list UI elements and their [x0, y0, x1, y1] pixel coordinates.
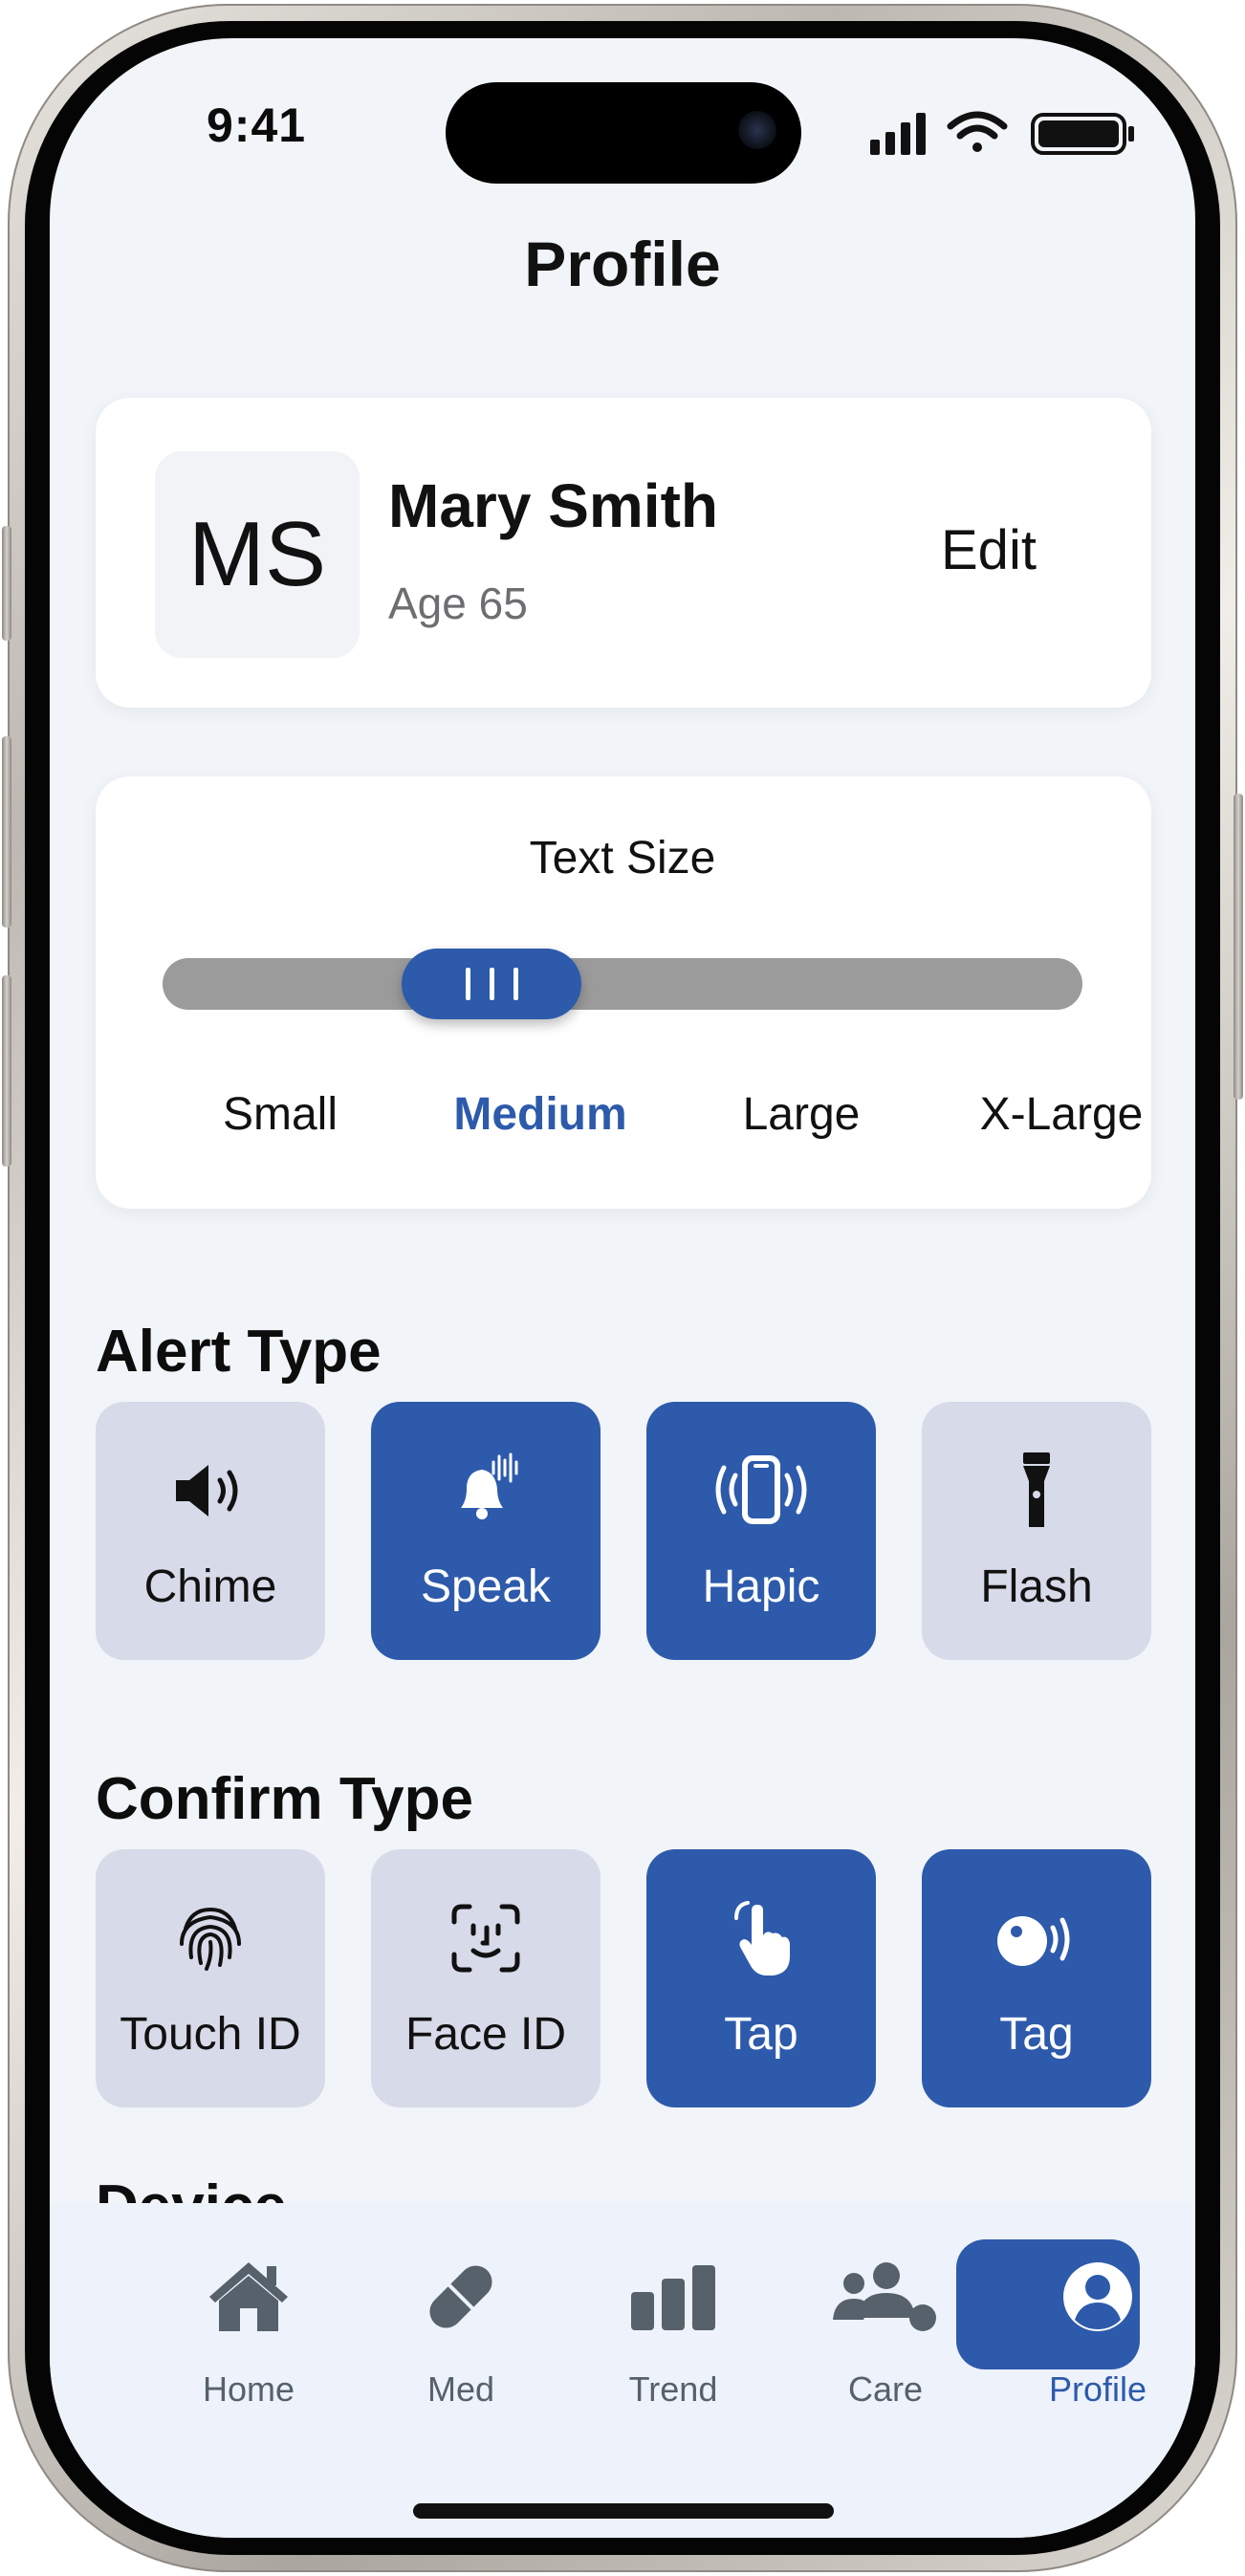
volume-down-button: [2, 975, 11, 1167]
tile-label: Tap: [724, 2009, 798, 2060]
confirm-type-title: Confirm Type: [96, 1766, 473, 1832]
alert-option-hapic[interactable]: Hapic: [646, 1402, 876, 1660]
action-button: [2, 526, 11, 641]
volume-up-button: [2, 736, 11, 928]
confirm-option-tap[interactable]: Tap: [646, 1849, 876, 2107]
avatar: MS: [155, 451, 360, 658]
screen: 9:41 Profile MS Mary Smith Age 65 Edit T…: [50, 38, 1195, 2538]
cellular-signal-icon: [870, 113, 926, 155]
text-size-title: Text Size: [529, 833, 716, 884]
front-camera: [738, 111, 776, 149]
edit-profile-button[interactable]: Edit: [941, 518, 1037, 582]
battery-icon: [1031, 113, 1134, 155]
tab-home[interactable]: Home: [153, 2238, 344, 2429]
nfc-tag-icon: [994, 1895, 1080, 1981]
people-icon: [828, 2249, 943, 2345]
user-name: Mary Smith: [388, 471, 718, 540]
text-size-option-x-large[interactable]: X-Large: [956, 1088, 1167, 1141]
confirm-option-face-id[interactable]: Face ID: [371, 1849, 601, 2107]
text-size-option-medium[interactable]: Medium: [435, 1088, 645, 1141]
alert-option-flash[interactable]: Flash: [922, 1402, 1151, 1660]
house-icon: [191, 2249, 306, 2345]
text-size-option-large[interactable]: Large: [696, 1088, 906, 1141]
grip-line: [465, 968, 470, 1000]
fingerprint-icon: [172, 1895, 249, 1981]
hand-tap-icon: [723, 1895, 799, 1981]
tab-profile[interactable]: Profile: [1002, 2238, 1193, 2429]
tab-label: Care: [847, 2369, 924, 2409]
text-size-slider-track[interactable]: [163, 958, 1082, 1010]
status-time: 9:41: [207, 98, 307, 152]
tile-label: Hapic: [702, 1561, 820, 1612]
tile-label: Flash: [980, 1561, 1093, 1612]
tab-label: Trend: [628, 2369, 718, 2409]
confirm-option-touch-id[interactable]: Touch ID: [96, 1849, 325, 2107]
tab-label: Med: [426, 2369, 495, 2409]
alert-option-speak[interactable]: Speak: [371, 1402, 601, 1660]
tile-label: Touch ID: [120, 2009, 301, 2060]
home-indicator: [413, 2503, 834, 2519]
status-icons: [870, 111, 1134, 155]
face-id-icon: [450, 1895, 521, 1981]
tile-label: Chime: [143, 1561, 277, 1612]
speaker-icon: [172, 1448, 249, 1534]
tab-care[interactable]: Care: [790, 2238, 981, 2429]
alert-type-title: Alert Type: [96, 1319, 382, 1385]
confirm-option-tag[interactable]: Tag: [922, 1849, 1151, 2107]
text-size-slider-thumb[interactable]: [402, 949, 581, 1019]
grip-line: [513, 968, 518, 1000]
tile-label: Face ID: [404, 2009, 567, 2060]
user-circle-icon: [1040, 2249, 1155, 2345]
pill-icon: [404, 2249, 518, 2345]
tab-label: Home: [202, 2369, 295, 2409]
grip-line: [489, 968, 494, 1000]
tile-label: Speak: [420, 1561, 552, 1612]
bell-voice-icon: [448, 1448, 524, 1534]
user-age: Age 65: [388, 579, 528, 628]
wifi-icon: [947, 111, 1008, 152]
tile-label: Tag: [999, 2009, 1074, 2060]
bar-chart-icon: [616, 2249, 731, 2345]
page-title: Profile: [524, 229, 721, 299]
avatar-initials: MS: [188, 503, 326, 605]
tab-trend[interactable]: Trend: [578, 2238, 769, 2429]
power-button: [1234, 794, 1243, 1100]
text-size-option-small[interactable]: Small: [175, 1088, 385, 1141]
alert-option-chime[interactable]: Chime: [96, 1402, 325, 1660]
phone-vibrate-icon: [709, 1448, 814, 1534]
flashlight-icon: [1017, 1448, 1056, 1534]
tab-label: Profile: [1048, 2369, 1147, 2409]
tab-med[interactable]: Med: [365, 2238, 557, 2429]
